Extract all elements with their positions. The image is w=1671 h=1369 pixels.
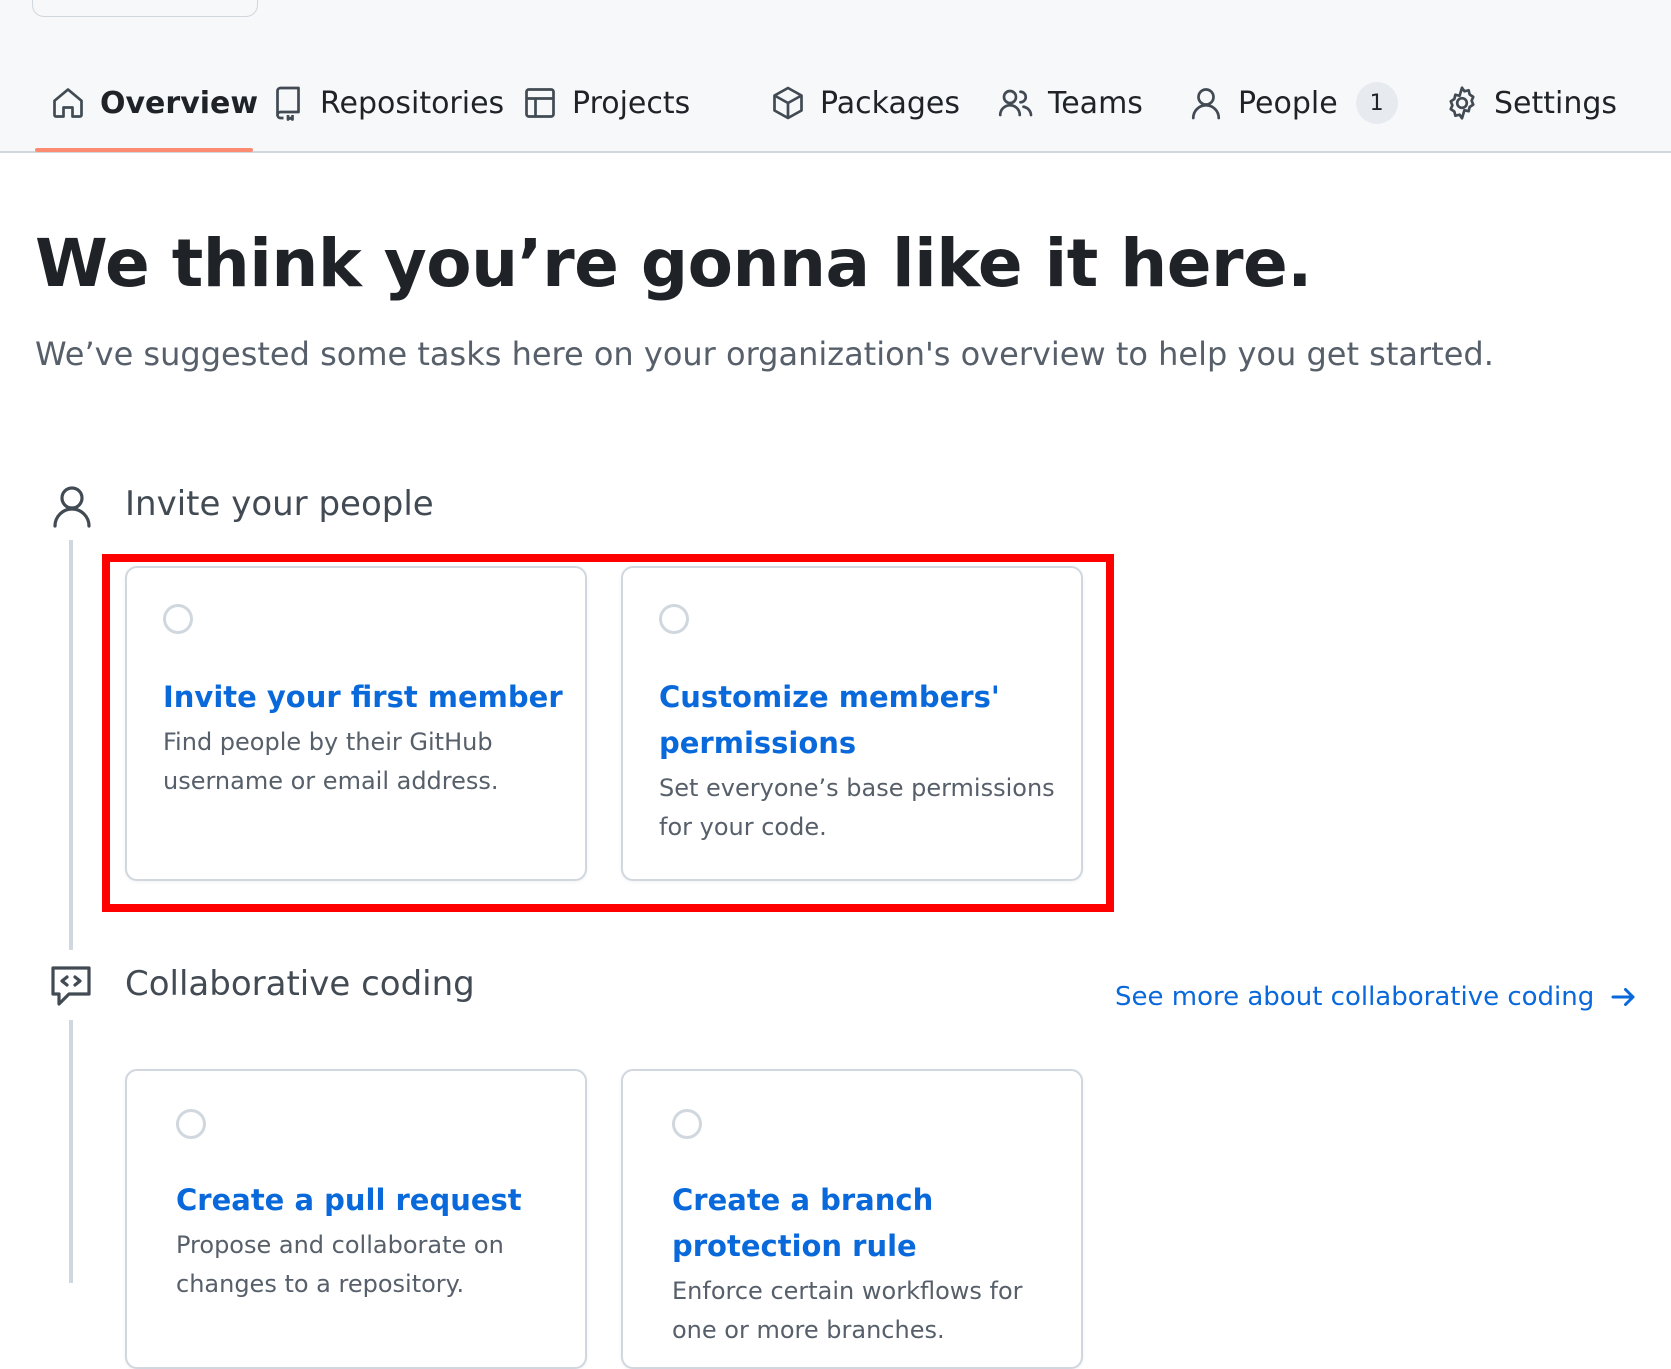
- task-checkbox[interactable]: [672, 1109, 702, 1139]
- page-subheadline: We’ve suggested some tasks here on your …: [35, 335, 1494, 373]
- tab-label: Projects: [572, 85, 691, 121]
- tab-teams[interactable]: Teams: [998, 62, 1143, 144]
- tab-label: Teams: [1048, 85, 1143, 121]
- task-title-link[interactable]: Create a branch protection rule: [672, 1177, 972, 1269]
- see-more-collaborative-coding-link[interactable]: See more about collaborative coding: [1115, 982, 1638, 1012]
- tab-label: Overview: [100, 85, 259, 121]
- tab-settings[interactable]: Settings: [1444, 62, 1617, 144]
- tab-label: Repositories: [320, 85, 505, 121]
- timeline-line: [69, 1020, 73, 1283]
- people-icon: [998, 85, 1034, 121]
- task-description: Propose and collaborate on changes to a …: [176, 1231, 504, 1298]
- org-header: Overview Repositories Projects Packages: [0, 0, 1671, 153]
- section-title-invite-people: Invite your people: [125, 484, 434, 524]
- package-icon: [770, 85, 806, 121]
- task-description: Enforce certain workflows for one or mor…: [672, 1277, 1023, 1344]
- tab-label: People: [1238, 85, 1338, 121]
- home-icon: [50, 85, 86, 121]
- task-card-create-pull-request[interactable]: Create a pull request Propose and collab…: [125, 1069, 587, 1369]
- task-checkbox[interactable]: [176, 1109, 206, 1139]
- tab-repositories[interactable]: Repositories: [270, 62, 504, 144]
- header-button[interactable]: [32, 0, 258, 17]
- page-headline: We think you’re gonna like it here.: [35, 225, 1312, 302]
- person-icon: [1188, 85, 1224, 121]
- code-review-icon: [47, 962, 95, 1010]
- tab-label: Packages: [820, 85, 960, 121]
- section-title-collaborative-coding: Collaborative coding: [125, 964, 475, 1004]
- people-count-badge: 1: [1355, 82, 1398, 124]
- tab-label: Settings: [1494, 85, 1618, 121]
- repo-icon: [270, 85, 306, 121]
- tab-projects[interactable]: Projects: [522, 62, 690, 144]
- person-icon: [48, 482, 96, 530]
- tab-people[interactable]: People 1: [1188, 62, 1398, 144]
- task-card-branch-protection[interactable]: Create a branch protection rule Enforce …: [621, 1069, 1083, 1369]
- org-nav-tabs: Overview Repositories Projects Packages: [0, 62, 1671, 152]
- timeline-line: [69, 540, 73, 950]
- task-title-link[interactable]: Create a pull request: [176, 1177, 566, 1223]
- arrow-right-icon: [1608, 982, 1638, 1012]
- tab-packages[interactable]: Packages: [770, 62, 960, 144]
- active-tab-underline: [35, 148, 253, 152]
- table-icon: [522, 85, 558, 121]
- gear-icon: [1444, 85, 1480, 121]
- tab-overview[interactable]: Overview: [50, 62, 258, 144]
- annotation-highlight-box: [102, 554, 1114, 912]
- see-more-label: See more about collaborative coding: [1115, 982, 1595, 1012]
